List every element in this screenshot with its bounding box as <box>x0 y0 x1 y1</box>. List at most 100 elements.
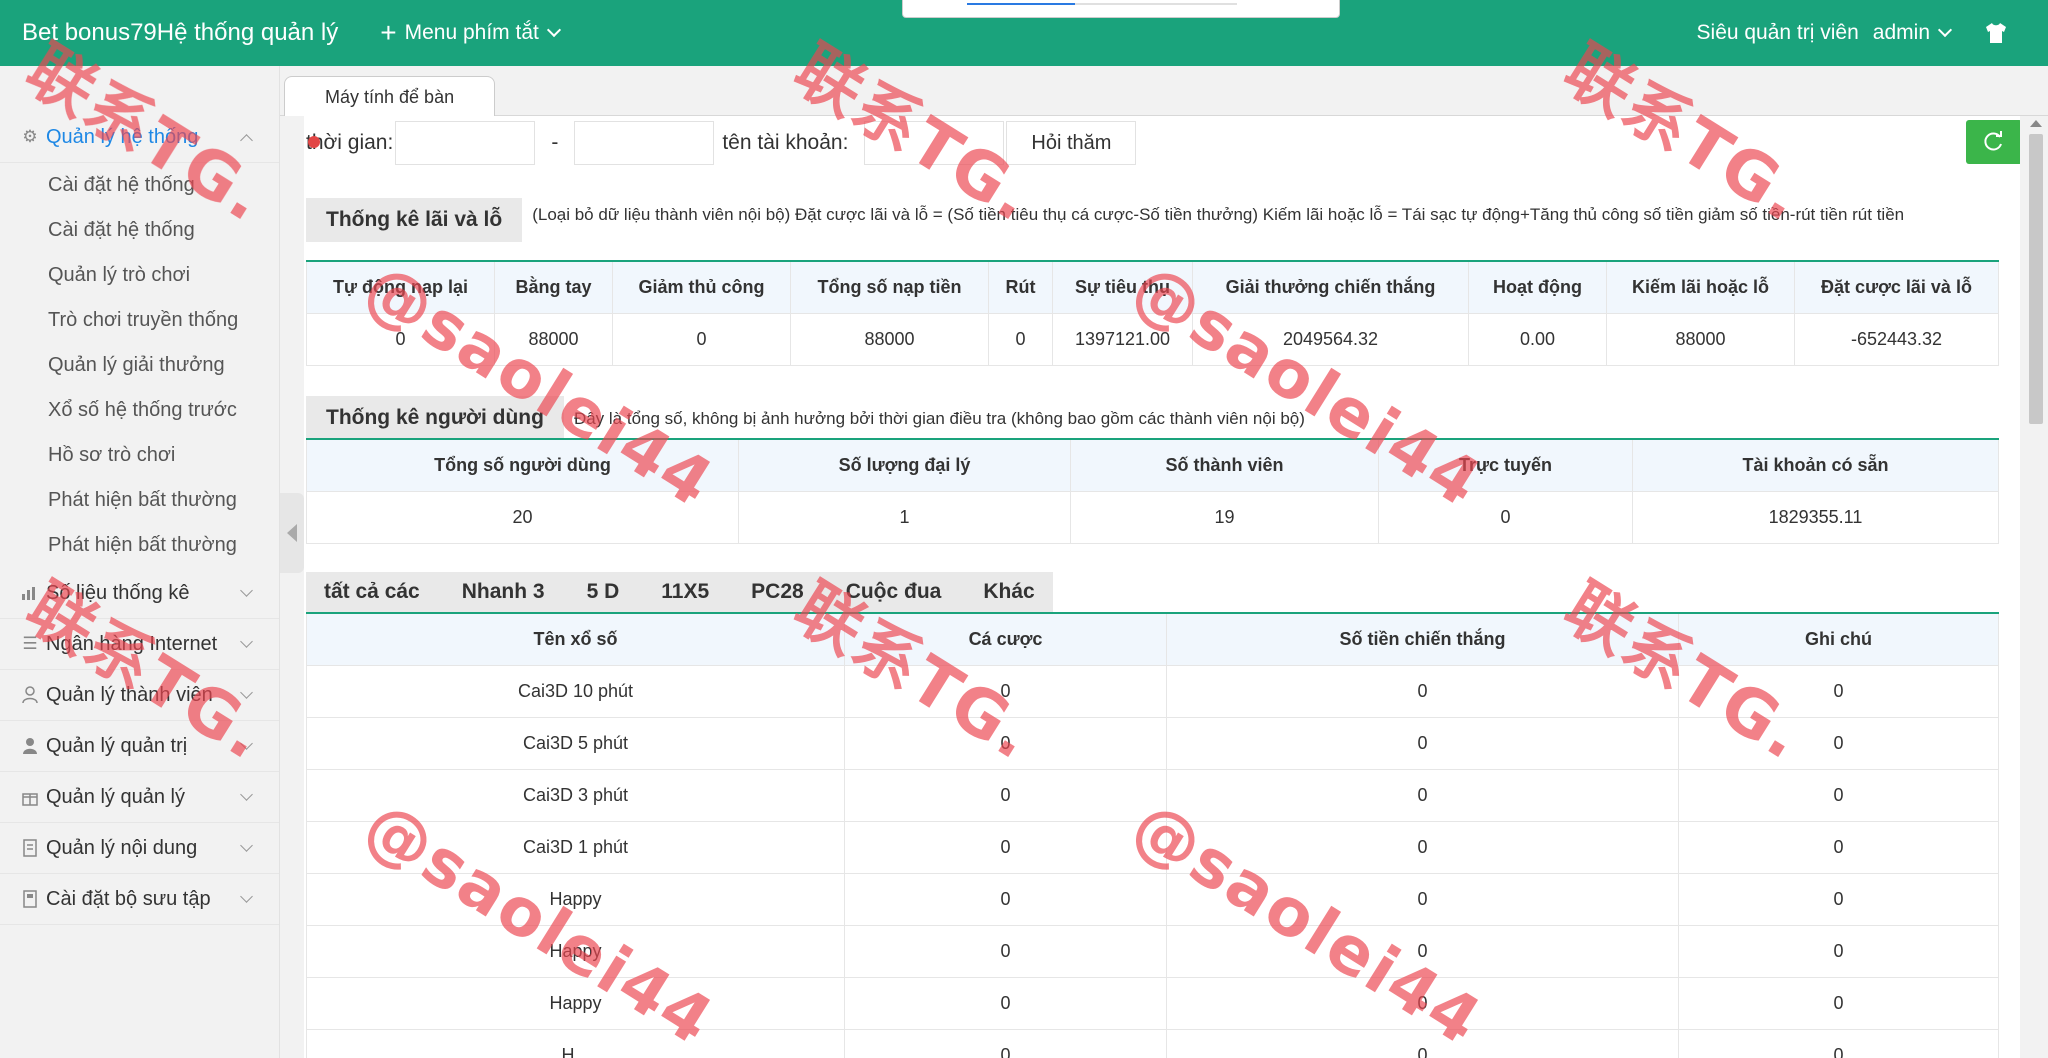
table-cell: 0 <box>988 312 1053 366</box>
users-section-note: Đây là tổng số, không bị ảnh hưởng bởi t… <box>573 409 1305 428</box>
sidebar-subitem-anomaly-detection-2[interactable]: Phát hiện bất thường <box>0 523 279 568</box>
tab-category-race[interactable]: Cuộc đua <box>846 580 942 604</box>
table-row: 0 88000 0 88000 0 1397121.00 2049564.32 … <box>306 312 1999 366</box>
users-section-title: Thống kê người dùng <box>306 396 564 440</box>
chevron-down-icon <box>240 788 253 801</box>
sidebar-item-label: Quản lý hệ thống <box>46 125 199 148</box>
gift-icon <box>20 787 40 807</box>
column-header: Kiếm lãi hoặc lỗ <box>1606 260 1795 314</box>
gear-icon: ⚙ <box>22 127 38 146</box>
account-input[interactable] <box>864 121 1005 165</box>
sidebar-item-label: Ngân hàng Internet <box>46 632 218 655</box>
column-header: Giảm thủ công <box>612 260 791 314</box>
table-cell: 0 <box>1166 976 1679 1030</box>
scroll-thumb[interactable] <box>2029 134 2043 424</box>
table-row: Happy 0 0 0 <box>306 872 1999 926</box>
table-cell: 0 <box>1166 1028 1679 1058</box>
column-header: Giải thưởng chiến thắng <box>1192 260 1469 314</box>
table-cell: 0.00 <box>1468 312 1607 366</box>
start-time-input[interactable] <box>395 121 536 165</box>
table-cell: 0 <box>1678 820 1999 874</box>
sidebar-subitem-previous-lottery[interactable]: Xổ số hệ thống trước <box>0 388 279 433</box>
tab-desktop[interactable]: Máy tính để bàn <box>284 76 496 116</box>
table-cell: 0 <box>844 768 1167 822</box>
tab-category-other[interactable]: Khác <box>983 580 1034 604</box>
table-cell: 0 <box>1678 924 1999 978</box>
category-tabs: tất cả các Nhanh 3 5 D 11X5 PC28 Cuộc đu… <box>306 572 1053 612</box>
table-cell: 0 <box>844 976 1167 1030</box>
sidebar-subitem-prize-management[interactable]: Quản lý giải thưởng <box>0 343 279 388</box>
theme-shirt-icon[interactable] <box>1984 22 2008 44</box>
users-table: Tổng số người dùng Số lượng đại lý Số th… <box>306 438 1999 544</box>
sidebar-subitem-anomaly-detection[interactable]: Phát hiện bất thường <box>0 478 279 523</box>
user-icon <box>20 736 40 756</box>
sidebar-collapse-toggle[interactable] <box>280 493 304 573</box>
table-cell: 0 <box>1166 872 1679 926</box>
tab-strip: Máy tính để bàn <box>280 66 2048 116</box>
refresh-button[interactable] <box>1966 120 2020 164</box>
document-icon <box>20 838 40 858</box>
column-header: Cá cược <box>844 612 1167 666</box>
users-section-header: Thống kê người dùng Đây là tổng số, khôn… <box>306 396 1315 442</box>
sidebar-subitem-system-settings-2[interactable]: Cài đặt hệ thống <box>0 208 279 253</box>
column-header: Sự tiêu thụ <box>1052 260 1193 314</box>
table-row: Cai3D 3 phút 0 0 0 <box>306 768 1999 822</box>
collection-icon <box>20 889 40 909</box>
table-cell: 1 <box>738 490 1071 544</box>
table-cell: 0 <box>306 312 495 366</box>
column-header: Số thành viên <box>1070 438 1379 492</box>
sidebar-subitem-system-settings[interactable]: Cài đặt hệ thống <box>0 163 279 208</box>
chevron-down-icon <box>240 584 253 597</box>
user-menu-button[interactable]: admin <box>1873 21 1953 45</box>
column-header: Tự động nạp lại <box>306 260 495 314</box>
scroll-up-icon[interactable] <box>2030 120 2042 127</box>
tab-category-all[interactable]: tất cả các <box>324 580 420 604</box>
sidebar-item-label: Cài đặt bộ sưu tập <box>46 887 211 910</box>
end-time-input[interactable] <box>574 121 715 165</box>
tab-category-5d[interactable]: 5 D <box>587 580 620 604</box>
table-cell: 0 <box>1166 924 1679 978</box>
sidebar-item-internet-bank[interactable]: ☰ Ngân hàng Internet <box>0 619 279 670</box>
top-popup <box>902 0 1340 18</box>
user-role: Siêu quản trị viên <box>1696 21 1859 44</box>
sidebar-subitem-traditional-games[interactable]: Trò chơi truyền thống <box>0 298 279 343</box>
sidebar-item-managers[interactable]: Quản lý quản lý <box>0 772 279 823</box>
table-cell: 0 <box>1678 872 1999 926</box>
chevron-down-icon <box>240 686 253 699</box>
sidebar-subitem-game-records[interactable]: Hồ sơ trò chơi <box>0 433 279 478</box>
table-cell: 1397121.00 <box>1052 312 1193 366</box>
column-header: Ghi chú <box>1678 612 1999 666</box>
sidebar-item-collection-settings[interactable]: Cài đặt bộ sưu tập <box>0 874 279 925</box>
sidebar-subitem-game-management[interactable]: Quản lý trò chơi <box>0 253 279 298</box>
sidebar-item-admins[interactable]: Quản lý quản trị <box>0 721 279 772</box>
table-cell: 19 <box>1070 490 1379 544</box>
shortcut-menu-button[interactable]: + Menu phím tắt <box>380 19 561 47</box>
sidebar-item-system[interactable]: ⚙ Quản lý hệ thống <box>0 112 279 163</box>
table-row: Cai3D 5 phút 0 0 0 <box>306 716 1999 770</box>
tab-category-pc28[interactable]: PC28 <box>751 580 804 604</box>
popup-progress <box>967 3 1237 5</box>
sidebar-item-members[interactable]: Quản lý thành viên <box>0 670 279 721</box>
main-scrollbar[interactable] <box>2024 116 2048 1058</box>
bar-chart-icon <box>20 583 40 603</box>
tab-category-11x5[interactable]: 11X5 <box>661 580 709 604</box>
range-dash: - <box>551 131 559 154</box>
sidebar-item-statistics[interactable]: Số liệu thống kê <box>0 568 279 619</box>
sidebar-item-content[interactable]: Quản lý nội dung <box>0 823 279 874</box>
table-cell: 0 <box>1678 1028 1999 1058</box>
chevron-down-icon <box>1937 22 1953 38</box>
table-cell: 2049564.32 <box>1192 312 1469 366</box>
table-cell: Happy <box>306 872 845 926</box>
table-row: Cai3D 1 phút 0 0 0 <box>306 820 1999 874</box>
status-dot <box>308 136 320 148</box>
chevron-down-icon <box>240 134 253 147</box>
table-cell: 0 <box>844 716 1167 770</box>
user-outline-icon <box>20 685 40 705</box>
account-label: tên tài khoản: <box>722 131 849 154</box>
table-row: Happy 0 0 0 <box>306 976 1999 1030</box>
table-cell: Happy <box>306 976 845 1030</box>
table-cell: 0 <box>1166 664 1679 718</box>
tab-category-quick3[interactable]: Nhanh 3 <box>462 580 545 604</box>
table-cell: 1829355.11 <box>1632 490 1999 544</box>
query-button[interactable]: Hỏi thăm <box>1006 121 1137 165</box>
